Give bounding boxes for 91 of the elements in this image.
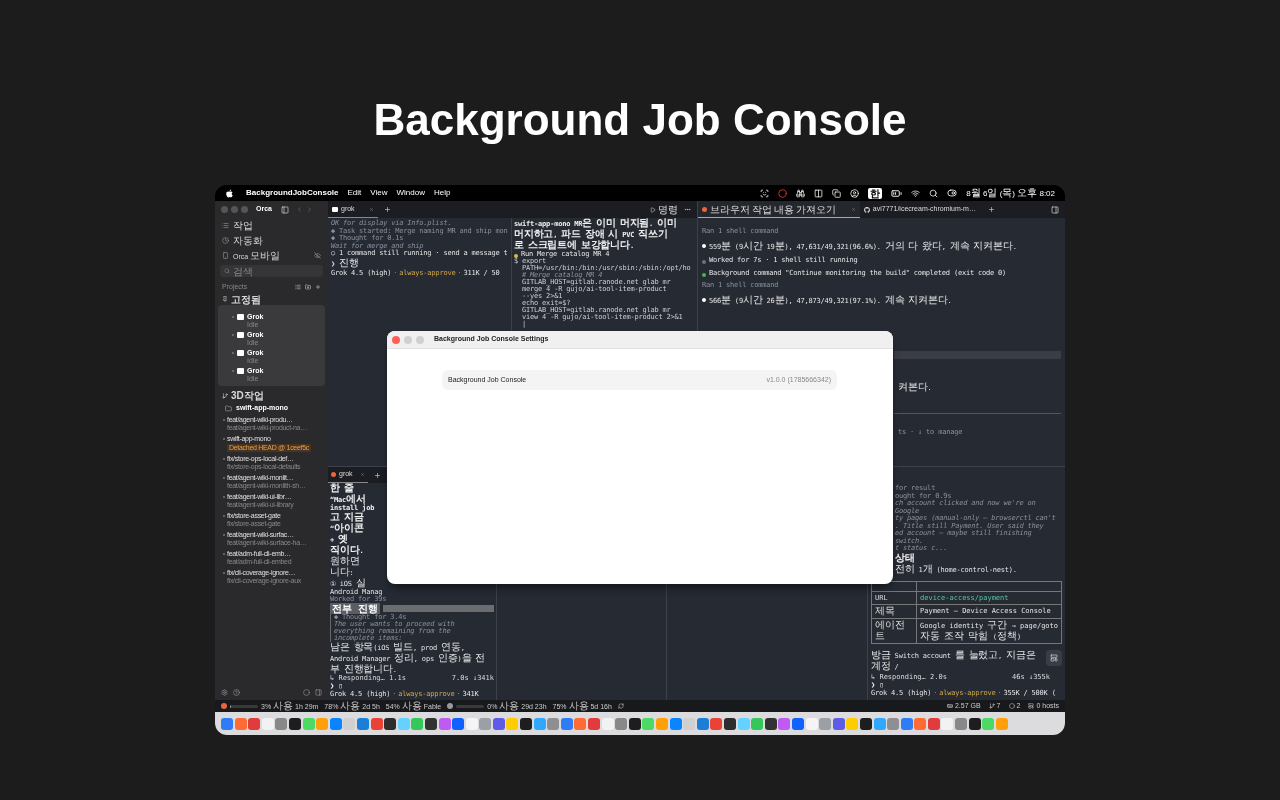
terminal-icon [237,350,244,356]
forward-icon[interactable] [305,206,313,213]
menu-item[interactable]: Edit [347,187,362,199]
add-folder-icon[interactable] [305,284,311,290]
new-tab-icon[interactable] [987,206,995,213]
search-icon[interactable] [929,188,939,198]
layout-icon [1050,653,1058,662]
terminal-icon [237,332,244,338]
close-icon[interactable] [850,206,856,212]
terminal-icon [237,368,244,374]
menu-item[interactable]: Help [433,187,451,199]
help-icon[interactable] [233,689,240,696]
settings-icon[interactable] [221,689,228,696]
new-tab-icon[interactable] [374,471,381,479]
usage-meter [230,704,258,708]
list-icon[interactable] [295,284,301,290]
status-icon[interactable] [303,689,310,696]
app-icon[interactable] [723,717,736,730]
wifi-icon[interactable] [911,188,921,198]
close-icon[interactable] [360,472,365,477]
window-zoom-button[interactable] [241,206,248,213]
run-button[interactable]: 명령 [650,202,678,217]
menu-item[interactable]: View [370,187,388,199]
nav-item[interactable]: 자동화 [215,233,328,248]
terminal-line: 상태 [895,552,916,564]
sidebar-toggle-icon[interactable] [280,205,289,214]
input-source[interactable]: 한 [868,187,883,199]
hidden-icon[interactable] [314,252,321,259]
clock-icon [222,237,229,244]
app-icon[interactable] [520,717,533,730]
panel-icon[interactable] [315,689,322,696]
page-icon [702,206,707,212]
table-cell: 제목 [872,604,917,618]
terminal-icon [332,206,338,212]
app-icon[interactable] [628,717,641,730]
browser-tab[interactable]: 브라우저 작업 내용 가져오기 [698,201,860,218]
control-center-icon[interactable] [947,188,958,198]
windows-icon[interactable] [832,188,842,198]
scan-icon[interactable] [760,188,770,198]
search-icon [224,268,230,274]
section-label: 고정됨 [231,292,261,307]
window-close-button[interactable] [392,335,400,344]
app-icon[interactable] [968,717,981,730]
window-minimize-button[interactable] [231,206,238,213]
terminal-line: 고 지금 [330,512,364,523]
folder-icon [225,404,232,412]
app-icon[interactable] [384,717,397,730]
section-label: 3D작업 [231,389,264,403]
page-title: Background Job Console [373,94,907,146]
input-field[interactable]: 전부 진행 [330,603,494,614]
new-tab-icon[interactable] [384,206,391,213]
app-icon[interactable] [424,717,437,730]
back-icon[interactable] [295,206,303,213]
page-icon [331,472,336,477]
layout-button[interactable] [1046,649,1062,666]
github-icon [863,206,870,213]
apple-icon[interactable] [225,188,234,198]
play-icon [650,206,656,213]
window-close-button[interactable] [221,206,228,213]
app-menu[interactable]: BackgroundJobConsole [246,187,339,199]
layout-icon [1028,703,1035,709]
circle-icon [1008,703,1015,709]
user-icon[interactable] [850,188,860,198]
terminal-line: 원하면 [330,556,361,567]
search-field[interactable]: 검색 [220,265,323,277]
add-icon[interactable] [315,284,321,290]
refresh-icon[interactable] [617,703,624,709]
menu-item[interactable]: Window [396,187,425,199]
memory-icon [946,703,953,709]
nav-item[interactable]: 작업 [215,218,328,233]
app-icon[interactable] [764,717,777,730]
phone-icon [222,252,229,259]
window-minimize-button[interactable] [404,335,412,344]
menu-clock[interactable]: 8월 6일 (목) 오후 8:02 [966,186,1055,200]
table-cell: 에이전트 [872,618,917,643]
app-icon[interactable] [859,717,872,730]
branch-icon [222,392,228,399]
app-badge-icon [221,703,227,709]
binoculars-icon[interactable] [796,188,806,198]
terminal-icon [237,314,244,320]
columns-icon[interactable] [814,188,824,198]
record-icon[interactable] [778,188,788,198]
close-icon[interactable] [369,206,374,212]
terminal-line: 한 줄 [330,483,355,494]
list-icon [222,222,229,229]
pin-icon [222,296,228,302]
status-icon [447,703,454,709]
app-icon[interactable] [288,717,301,730]
window-zoom-button[interactable] [416,335,424,344]
branch-icon [988,703,995,709]
battery-icon[interactable] [891,187,903,199]
